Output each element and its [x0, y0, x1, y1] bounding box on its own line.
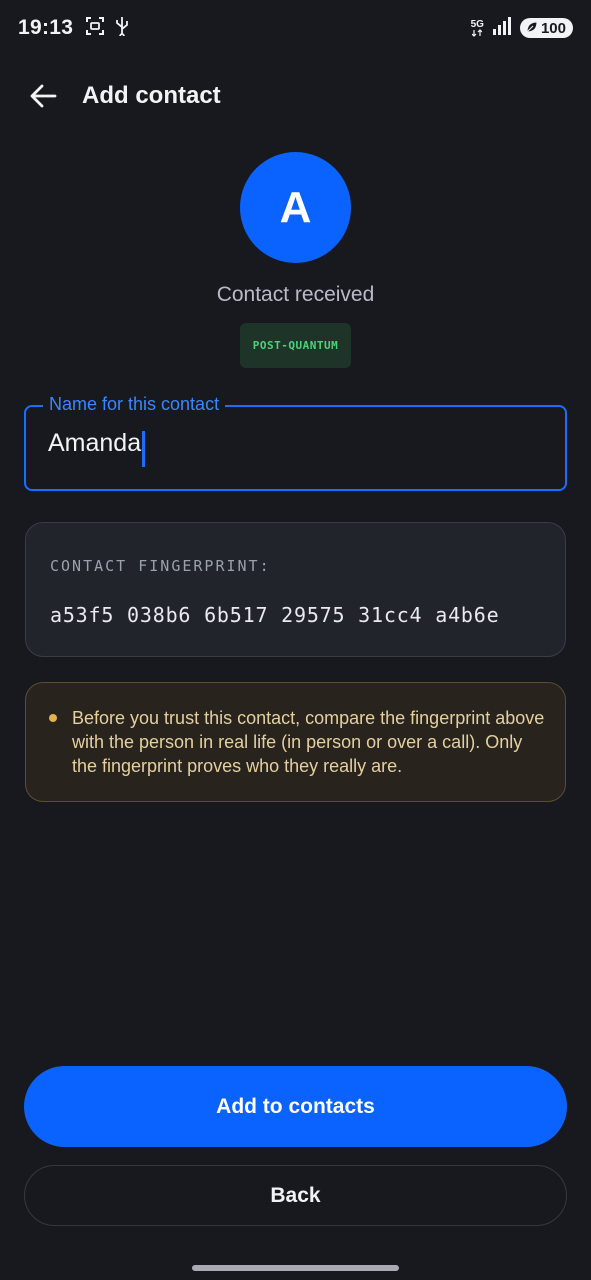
app-bar: Add contact	[0, 68, 591, 124]
post-quantum-badge: POST-QUANTUM	[240, 323, 351, 368]
back-arrow-icon[interactable]	[28, 81, 58, 111]
status-time: 19:13	[18, 16, 74, 39]
contact-status: Contact received	[216, 283, 375, 306]
contact-name-label: Name for this contact	[43, 394, 226, 415]
signal-icon	[492, 16, 512, 40]
fingerprint-value: a53f5 038b6 6b517 29575 31cc4 a4b6e	[50, 603, 500, 627]
verification-warning: Before you trust this contact, compare t…	[25, 682, 566, 802]
contact-name-input[interactable]	[48, 429, 528, 458]
add-to-contacts-button[interactable]: Add to contacts	[24, 1066, 567, 1147]
text-caret	[142, 431, 146, 467]
battery-indicator: 100	[519, 18, 573, 38]
fingerprint-card: CONTACT FINGERPRINT: a53f5 038b6 6b517 2…	[25, 522, 566, 657]
back-button[interactable]: Back	[24, 1165, 567, 1226]
warning-dot-icon	[49, 714, 57, 722]
add-contact-screen: 19:13 5G 100 Add contact A Contact recei…	[0, 0, 591, 1280]
fingerprint-label: CONTACT FINGERPRINT:	[50, 557, 271, 575]
usb-icon	[115, 16, 129, 41]
home-indicator[interactable]	[192, 1265, 399, 1271]
screen-record-icon	[85, 16, 105, 41]
status-bar: 19:13 5G 100	[0, 0, 591, 56]
warning-text: Before you trust this contact, compare t…	[72, 708, 545, 776]
avatar: A	[240, 152, 351, 263]
page-title: Add contact	[82, 82, 221, 109]
contact-name-field[interactable]: Name for this contact	[24, 394, 567, 491]
network-type: 5G	[471, 19, 484, 37]
battery-leaf-icon	[526, 20, 538, 37]
